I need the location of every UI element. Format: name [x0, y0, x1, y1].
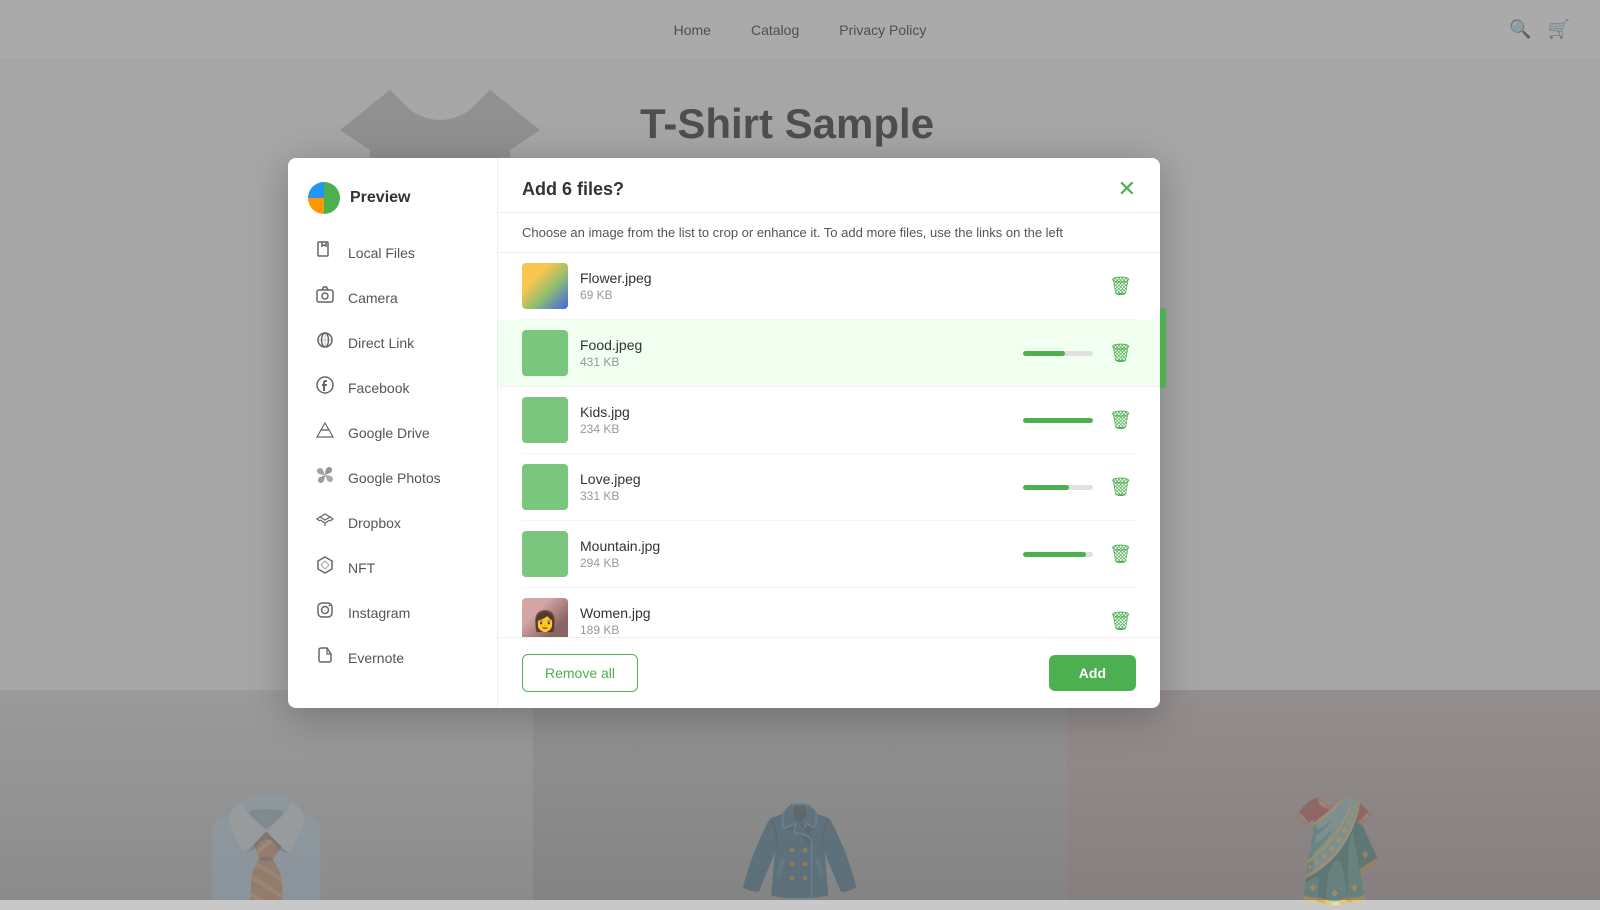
progress-bar-fill-food	[1023, 351, 1065, 356]
nft-icon	[314, 555, 336, 580]
file-size-women: 189 KB	[580, 623, 1093, 637]
file-list: Flower.jpeg 69 KB 🗑 Food.jpeg 431 KB 🗑	[498, 253, 1160, 637]
sidebar: Preview Local Files Camera Direct Link F	[288, 158, 498, 708]
google-drive-icon	[314, 420, 336, 445]
sidebar-header: Preview	[288, 174, 497, 230]
side-accent-bar	[1160, 308, 1166, 388]
modal-title: Add 6 files?	[522, 179, 624, 200]
progress-bar-wrap-mountain	[1023, 552, 1093, 557]
delete-button-women[interactable]: 🗑	[1105, 607, 1136, 636]
progress-bar-wrap-food	[1023, 351, 1093, 356]
file-thumb-women[interactable]: 👩	[522, 598, 568, 637]
instagram-icon	[314, 600, 336, 625]
file-info-flower: Flower.jpeg 69 KB	[580, 270, 1093, 302]
sidebar-item-local-files[interactable]: Local Files	[294, 230, 491, 275]
file-name-kids: Kids.jpg	[580, 404, 1011, 420]
evernote-icon	[314, 645, 336, 670]
sidebar-item-nft[interactable]: NFT	[294, 545, 491, 590]
file-info-kids: Kids.jpg 234 KB	[580, 404, 1011, 436]
file-item-mountain: Mountain.jpg 294 KB 🗑	[522, 521, 1136, 588]
modal-header: Add 6 files? ✕	[498, 158, 1160, 213]
sidebar-label-direct-link: Direct Link	[348, 335, 414, 351]
file-progress-food	[1023, 351, 1093, 356]
delete-button-kids[interactable]: 🗑	[1105, 406, 1136, 435]
direct-link-icon	[314, 330, 336, 355]
delete-button-food[interactable]: 🗑	[1105, 339, 1136, 368]
delete-button-mountain[interactable]: 🗑	[1105, 540, 1136, 569]
file-thumb-love[interactable]	[522, 464, 568, 510]
file-item-kids: Kids.jpg 234 KB 🗑	[522, 387, 1136, 454]
progress-bar-fill-kids	[1023, 418, 1093, 423]
sidebar-item-direct-link[interactable]: Direct Link	[294, 320, 491, 365]
file-size-flower: 69 KB	[580, 288, 1093, 302]
file-item-flower: Flower.jpeg 69 KB 🗑	[522, 253, 1136, 320]
file-info-mountain: Mountain.jpg 294 KB	[580, 538, 1011, 570]
file-thumb-food[interactable]	[522, 330, 568, 376]
sidebar-title: Preview	[350, 189, 410, 207]
file-item-food: Food.jpeg 431 KB 🗑	[498, 320, 1160, 387]
progress-bar-wrap-love	[1023, 485, 1093, 490]
sidebar-label-local-files: Local Files	[348, 245, 415, 261]
main-content: Add 6 files? ✕ Choose an image from the …	[498, 158, 1160, 708]
progress-bar-fill-mountain	[1023, 552, 1086, 557]
sidebar-label-evernote: Evernote	[348, 650, 404, 666]
sidebar-item-facebook[interactable]: Facebook	[294, 365, 491, 410]
sidebar-item-google-drive[interactable]: Google Drive	[294, 410, 491, 455]
file-info-women: Women.jpg 189 KB	[580, 605, 1093, 637]
sidebar-label-google-drive: Google Drive	[348, 425, 430, 441]
sidebar-label-dropbox: Dropbox	[348, 515, 401, 531]
file-name-mountain: Mountain.jpg	[580, 538, 1011, 554]
file-name-flower: Flower.jpeg	[580, 270, 1093, 286]
preview-logo	[308, 182, 340, 214]
file-info-love: Love.jpeg 331 KB	[580, 471, 1011, 503]
modal-footer: Remove all Add	[498, 637, 1160, 708]
remove-all-button[interactable]: Remove all	[522, 654, 638, 692]
file-size-mountain: 294 KB	[580, 556, 1011, 570]
file-name-women: Women.jpg	[580, 605, 1093, 621]
delete-button-flower[interactable]: 🗑	[1105, 272, 1136, 301]
sidebar-label-nft: NFT	[348, 560, 375, 576]
delete-button-love[interactable]: 🗑	[1105, 473, 1136, 502]
file-size-love: 331 KB	[580, 489, 1011, 503]
sidebar-item-instagram[interactable]: Instagram	[294, 590, 491, 635]
file-item-women: 👩 Women.jpg 189 KB 🗑	[522, 588, 1136, 637]
sidebar-label-facebook: Facebook	[348, 380, 409, 396]
file-progress-kids	[1023, 418, 1093, 423]
modal-dialog: Preview Local Files Camera Direct Link F	[288, 158, 1160, 708]
file-progress-love	[1023, 485, 1093, 490]
file-name-food: Food.jpeg	[580, 337, 1011, 353]
sidebar-item-evernote[interactable]: Evernote	[294, 635, 491, 680]
sidebar-item-camera[interactable]: Camera	[294, 275, 491, 320]
sidebar-item-dropbox[interactable]: Dropbox	[294, 500, 491, 545]
facebook-icon	[314, 375, 336, 400]
close-button[interactable]: ✕	[1118, 178, 1136, 200]
progress-bar-fill-love	[1023, 485, 1069, 490]
add-button[interactable]: Add	[1049, 655, 1136, 691]
local-files-icon	[314, 240, 336, 265]
file-progress-mountain	[1023, 552, 1093, 557]
file-size-kids: 234 KB	[580, 422, 1011, 436]
file-size-food: 431 KB	[580, 355, 1011, 369]
google-photos-icon	[314, 465, 336, 490]
camera-icon	[314, 285, 336, 310]
file-info-food: Food.jpeg 431 KB	[580, 337, 1011, 369]
sidebar-label-instagram: Instagram	[348, 605, 410, 621]
file-name-love: Love.jpeg	[580, 471, 1011, 487]
file-thumb-kids[interactable]	[522, 397, 568, 443]
progress-bar-wrap-kids	[1023, 418, 1093, 423]
modal-subtitle: Choose an image from the list to crop or…	[498, 213, 1160, 253]
sidebar-label-google-photos: Google Photos	[348, 470, 441, 486]
sidebar-item-google-photos[interactable]: Google Photos	[294, 455, 491, 500]
file-thumb-flower[interactable]	[522, 263, 568, 309]
file-thumb-mountain[interactable]	[522, 531, 568, 577]
sidebar-label-camera: Camera	[348, 290, 398, 306]
file-item-love: Love.jpeg 331 KB 🗑	[522, 454, 1136, 521]
dropbox-icon	[314, 510, 336, 535]
